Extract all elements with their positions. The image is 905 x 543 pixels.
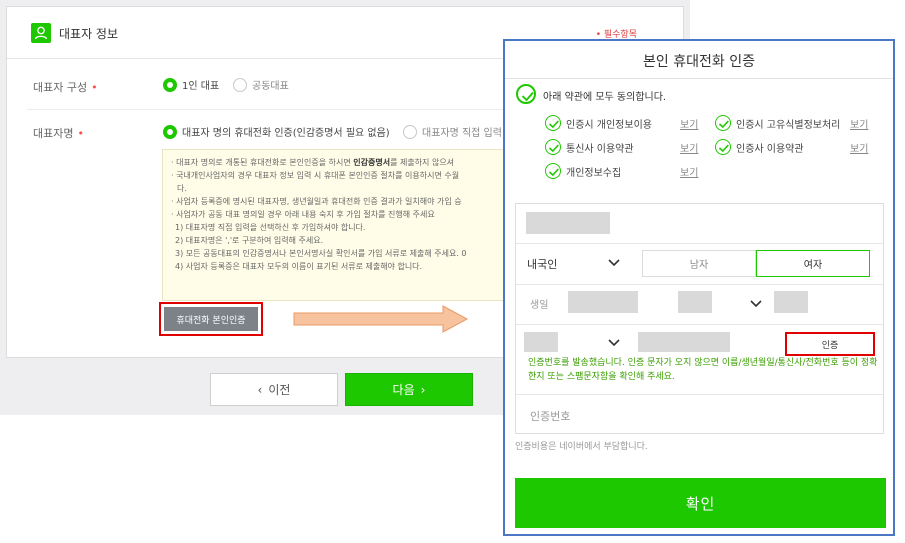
term-label: 개인정보수집 — [566, 168, 622, 179]
term-view-link[interactable]: 보기 — [680, 116, 698, 131]
screenshot-stage: 대표자 정보 • 필수항목 대표자 구성 • 1인 대표 공동대표 대표자명 • 대… — [0, 0, 905, 543]
fee-note: 인증비용은 네이버에서 부담합니다. — [515, 442, 648, 452]
composition-label: 대표자 구성 • — [33, 81, 98, 94]
rep-name-label: 대표자명 • — [33, 127, 84, 140]
radio-joint-rep[interactable]: 공동대표 — [233, 77, 289, 92]
prev-button[interactable]: ‹ 이전 — [210, 373, 338, 406]
send-code-button[interactable]: 인증 — [785, 332, 875, 356]
carrier-select-redacted[interactable] — [524, 332, 558, 352]
field-divider — [516, 394, 883, 395]
birth-day-redacted[interactable] — [774, 291, 808, 313]
arrow-right-icon — [293, 305, 469, 333]
chevron-right-icon: › — [420, 382, 426, 397]
person-icon — [31, 23, 51, 43]
term-label: 인증사 이용약관 — [736, 144, 804, 155]
phone-verify-modal: 본인 휴대전화 인증 아래 약관에 모두 동의합니다. 인증시 개인정보이용 보… — [503, 39, 895, 536]
term-view-link[interactable]: 보기 — [850, 140, 868, 155]
term-checkbox[interactable] — [715, 139, 731, 155]
radio-phone-verify[interactable]: 대표자 명의 휴대전화 인증(인감증명서 필요 없음) — [163, 124, 390, 139]
radio-single-rep[interactable]: 1인 대표 — [163, 77, 219, 92]
birth-label: 생일 — [530, 300, 549, 311]
term-checkbox[interactable] — [715, 115, 731, 131]
field-divider — [516, 243, 883, 244]
phone-input-redacted[interactable] — [638, 332, 730, 352]
name-input-redacted[interactable] — [526, 212, 610, 234]
term-view-link[interactable]: 보기 — [850, 116, 868, 131]
nationality-select[interactable]: 내국인 — [527, 256, 557, 272]
term-view-link[interactable]: 보기 — [680, 140, 698, 155]
code-sent-message: 인증번호를 발송했습니다. 인증 문자가 오지 않으면 이름/생년월일/통신사/… — [528, 358, 878, 382]
gender-female-button[interactable]: 여자 — [756, 250, 870, 277]
radio-direct-input[interactable]: 대표자명 직접 입력 — [403, 124, 502, 139]
term-checkbox[interactable] — [545, 139, 561, 155]
chevron-down-icon — [750, 300, 762, 308]
birth-year-redacted[interactable] — [568, 291, 638, 313]
chevron-down-icon — [608, 339, 620, 347]
term-view-link[interactable]: 보기 — [680, 164, 698, 179]
term-label: 인증시 고유식별정보처리 — [736, 120, 841, 131]
phone-verify-button[interactable]: 휴대전화 본인인증 — [159, 302, 263, 336]
chevron-left-icon: ‹ — [257, 382, 263, 397]
verify-form-box: 내국인 남자 여자 생일 인증 인증번호를 발송했습니다. 인증 문자가 오지 … — [515, 203, 884, 434]
term-checkbox[interactable] — [545, 163, 561, 179]
confirm-button[interactable]: 확인 — [515, 478, 886, 528]
section-title: 대표자 정보 — [59, 27, 119, 41]
auth-code-input[interactable]: 인증번호 — [530, 408, 570, 424]
agree-all-checkbox[interactable] — [516, 84, 536, 104]
field-divider — [516, 284, 883, 285]
term-checkbox[interactable] — [545, 115, 561, 131]
term-label: 인증시 개인정보이용 — [566, 120, 652, 131]
field-divider — [516, 324, 883, 325]
birth-month-redacted[interactable] — [678, 291, 712, 313]
chevron-down-icon — [608, 259, 620, 267]
modal-title: 본인 휴대전화 인증 — [643, 54, 755, 70]
agree-all-label: 아래 약관에 모두 동의합니다. — [543, 92, 667, 103]
gender-male-button[interactable]: 남자 — [642, 250, 756, 277]
modal-title-divider — [505, 78, 893, 79]
term-label: 통신사 이용약관 — [566, 144, 634, 155]
next-button[interactable]: 다음 › — [345, 373, 473, 406]
